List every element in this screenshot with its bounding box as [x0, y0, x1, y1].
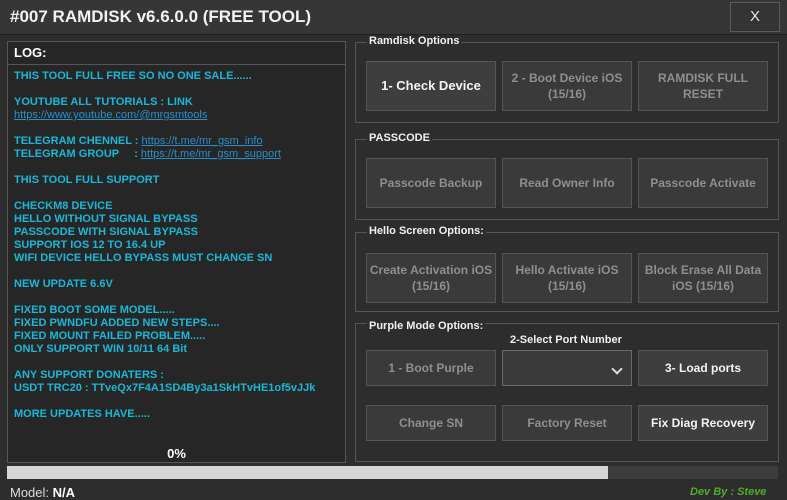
log-line: YOUTUBE ALL TUTORIALS : LINK [14, 96, 193, 108]
window-title: #007 RAMDISK v6.6.0.0 (FREE TOOL) [10, 7, 312, 26]
progress-bar [7, 466, 778, 479]
port-select[interactable] [502, 350, 632, 386]
change-sn-button[interactable]: Change SN [366, 405, 496, 441]
log-line: ONLY SUPPORT WIN 10/11 64 Bit [14, 343, 188, 355]
log-panel: LOG: THIS TOOL FULL FREE SO NO ONE SALE.… [7, 41, 346, 463]
passcode-activate-button[interactable]: Passcode Activate [638, 158, 768, 208]
progress-fill [7, 466, 609, 479]
log-line: TELEGRAM CHENNEL : [14, 135, 142, 147]
hello-screen-title: Hello Screen Options: [367, 225, 486, 237]
factory-reset-button[interactable]: Factory Reset [502, 405, 632, 441]
log-line: USDT TRC20 : TTveQx7F4A1SD4By3a1SkHTvHE1… [14, 382, 316, 394]
log-line: NEW UPDATE 6.6V [14, 278, 113, 290]
purple-mode-title: Purple Mode Options: [367, 320, 486, 332]
log-line: THIS TOOL FULL SUPPORT [14, 174, 160, 186]
passcode-title: PASSCODE [367, 132, 432, 144]
log-line: FIXED MOUNT FAILED PROBLEM..... [14, 330, 206, 342]
title-bar: #007 RAMDISK v6.6.0.0 (FREE TOOL) X [0, 0, 787, 35]
read-owner-info-button[interactable]: Read Owner Info [502, 158, 632, 208]
ramdisk-full-reset-button[interactable]: RAMDISK FULL RESET [638, 61, 768, 111]
model-label: Model: [10, 485, 53, 500]
telegram-channel-link[interactable]: https://t.me/mr_gsm_info [142, 135, 263, 147]
log-line: ANY SUPPORT DONATERS : [14, 369, 164, 381]
log-body: THIS TOOL FULL FREE SO NO ONE SALE......… [14, 70, 339, 421]
log-line: WIFI DEVICE HELLO BYPASS MUST CHANGE SN [14, 252, 273, 264]
log-line: CHECKM8 DEVICE [14, 200, 113, 212]
hello-activate-button[interactable]: Hello Activate iOS (15/16) [502, 253, 632, 303]
log-line: THIS TOOL FULL FREE SO NO ONE SALE...... [14, 70, 252, 82]
log-line: MORE UPDATES HAVE..... [14, 408, 150, 420]
boot-device-button[interactable]: 2 - Boot Device iOS (15/16) [502, 61, 632, 111]
log-line: PASSCODE WITH SIGNAL BYPASS [14, 226, 198, 238]
log-line: HELLO WITHOUT SIGNAL BYPASS [14, 213, 198, 225]
model-value: N/A [52, 485, 76, 500]
fix-diag-recovery-button[interactable]: Fix Diag Recovery [638, 405, 768, 441]
load-ports-button[interactable]: 3- Load ports [638, 350, 768, 386]
log-line: TELEGRAM GROUP : [14, 148, 141, 160]
chevron-down-icon [611, 363, 623, 375]
port-number-label: 2-Select Port Number [510, 334, 622, 346]
log-line: FIXED PWNDFU ADDED NEW STEPS.... [14, 317, 220, 329]
telegram-group-link[interactable]: https://t.me/mr_gsm_support [141, 148, 281, 160]
boot-purple-button[interactable]: 1 - Boot Purple [366, 350, 496, 386]
developer-credit: Dev By : Steve [690, 486, 767, 498]
youtube-link[interactable]: https://www.youtube.com/@mrgsmtools [14, 109, 207, 121]
log-line: FIXED BOOT SOME MODEL..... [14, 304, 175, 316]
close-button[interactable]: X [730, 2, 780, 32]
block-erase-button[interactable]: Block Erase All Data iOS (15/16) [638, 253, 768, 303]
log-header: LOG: [8, 42, 345, 65]
passcode-backup-button[interactable]: Passcode Backup [366, 158, 496, 208]
check-device-button[interactable]: 1- Check Device [366, 61, 496, 111]
create-activation-button[interactable]: Create Activation iOS (15/16) [366, 253, 496, 303]
ramdisk-options-title: Ramdisk Options [367, 35, 462, 47]
progress-percent: 0% [167, 446, 186, 461]
log-line: SUPPORT IOS 12 TO 16.4 UP [14, 239, 166, 251]
model-status: Model: N/A [10, 485, 75, 500]
